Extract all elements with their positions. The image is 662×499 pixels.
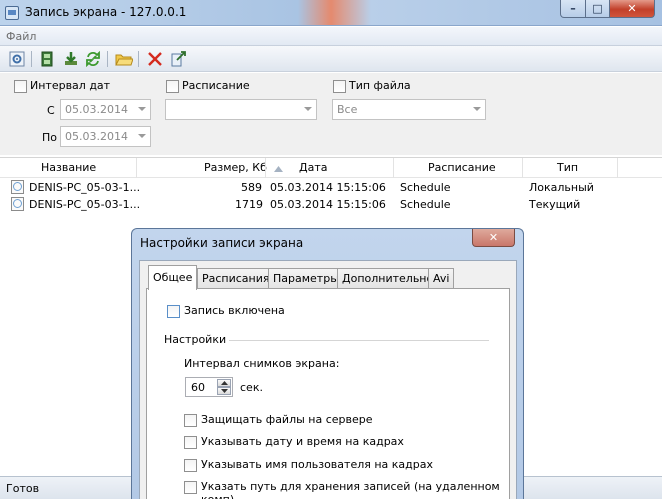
toolbar-separator	[107, 51, 108, 67]
column-header-type[interactable]: Тип	[557, 161, 578, 174]
protect-files-checkbox[interactable]	[184, 414, 197, 427]
column-header-size[interactable]: Размер, Кб	[204, 161, 267, 174]
chevron-down-icon	[304, 107, 312, 111]
row-size: 1719	[235, 198, 263, 211]
maximize-button[interactable]: □	[585, 0, 610, 18]
file-type-checkbox[interactable]	[333, 80, 346, 93]
storage-path-label: Указать путь для хранения записей (на уд…	[201, 480, 500, 499]
window-title: Запись экрана - 127.0.0.1	[25, 5, 187, 19]
title-bar[interactable]: Запись экрана - 127.0.0.1 – □ ✕	[0, 0, 662, 26]
from-date-picker[interactable]: 05.03.2014	[60, 99, 151, 120]
refresh-icon[interactable]	[84, 50, 102, 68]
list-header: Название Размер, Кб Дата Расписание Тип	[0, 157, 662, 178]
table-row[interactable]: DENIS-PC_05-03-1... 1719 05.03.2014 15:1…	[0, 196, 662, 213]
dialog-title: Настройки записи экрана	[140, 236, 304, 250]
file-icon	[11, 180, 24, 194]
column-separator[interactable]	[136, 158, 137, 178]
export-icon[interactable]	[170, 50, 188, 68]
row-type: Локальный	[529, 181, 594, 194]
file-type-label: Тип файла	[349, 79, 411, 92]
menu-bar: Файл	[0, 27, 662, 46]
row-schedule: Schedule	[400, 181, 451, 194]
tab-avi[interactable]: Avi	[428, 268, 455, 289]
file-type-select-value: Все	[337, 103, 358, 116]
row-name: DENIS-PC_05-03-1...	[29, 198, 141, 211]
from-label: С	[47, 104, 55, 117]
row-name: DENIS-PC_05-03-1...	[29, 181, 141, 194]
stepper-down-icon[interactable]	[217, 387, 231, 395]
folder-icon[interactable]	[115, 50, 133, 68]
sort-ascending-icon	[274, 162, 283, 175]
tab-general[interactable]: Общее	[148, 265, 198, 290]
protect-files-label: Защищать файлы на сервере	[201, 413, 373, 426]
recording-enabled-checkbox[interactable]	[167, 305, 180, 318]
toolbar-separator	[138, 51, 139, 67]
row-size: 589	[241, 181, 262, 194]
storage-path-checkbox[interactable]	[184, 481, 197, 494]
row-schedule: Schedule	[400, 198, 451, 211]
close-button[interactable]: ✕	[609, 0, 655, 18]
tab-advanced[interactable]: Дополнительно	[337, 268, 439, 289]
chevron-down-icon	[473, 107, 481, 111]
schedule-checkbox[interactable]	[166, 80, 179, 93]
minimize-button[interactable]: –	[560, 0, 586, 18]
table-row[interactable]: DENIS-PC_05-03-1... 589 05.03.2014 15:15…	[0, 179, 662, 196]
column-header-schedule[interactable]: Расписание	[428, 161, 496, 174]
date-interval-checkbox[interactable]	[14, 80, 27, 93]
tab-schedules[interactable]: Расписания	[197, 268, 275, 289]
stepper-up-icon[interactable]	[217, 379, 231, 387]
interval-unit: сек.	[240, 381, 263, 394]
chevron-down-icon	[138, 107, 146, 111]
toolbar	[0, 46, 662, 72]
row-date: 05.03.2014 15:15:06	[270, 198, 386, 211]
to-label: По	[42, 131, 58, 144]
film-icon[interactable]	[38, 50, 56, 68]
row-type: Текущий	[529, 198, 581, 211]
column-separator[interactable]	[393, 158, 394, 178]
show-datetime-label: Указывать дату и время на кадрах	[201, 435, 404, 448]
file-type-select[interactable]: Все	[332, 99, 486, 120]
toolbar-separator	[31, 51, 32, 67]
show-username-label: Указывать имя пользователя на кадрах	[201, 458, 434, 471]
column-header-name[interactable]: Название	[41, 161, 96, 174]
column-separator[interactable]	[265, 158, 266, 178]
tab-parameters[interactable]: Параметры	[268, 268, 344, 289]
menu-file[interactable]: Файл	[6, 30, 36, 43]
download-icon[interactable]	[62, 50, 80, 68]
column-header-date[interactable]: Дата	[299, 161, 327, 174]
schedule-select[interactable]	[165, 99, 317, 120]
file-icon	[11, 197, 24, 211]
dialog-close-button[interactable]: ✕	[472, 229, 515, 247]
column-separator[interactable]	[617, 158, 618, 178]
settings-dialog: Настройки записи экрана ✕ Общее Расписан…	[131, 228, 524, 499]
schedule-label: Расписание	[182, 79, 250, 92]
settings-group-label: Настройки	[164, 333, 227, 346]
main-window: Запись экрана - 127.0.0.1 – □ ✕ Файл Инт…	[0, 0, 662, 499]
column-separator[interactable]	[522, 158, 523, 178]
from-date-value: 05.03.2014	[65, 103, 128, 116]
settings-icon[interactable]	[8, 50, 26, 68]
general-tab-panel: Запись включена Настройки Интервал снимк…	[146, 288, 510, 499]
to-date-picker[interactable]: 05.03.2014	[60, 126, 151, 147]
show-username-checkbox[interactable]	[184, 459, 197, 472]
date-interval-label: Интервал дат	[30, 79, 111, 92]
app-icon	[5, 6, 19, 20]
filter-panel: Интервал дат Расписание Тип файла С 05.0…	[0, 73, 662, 155]
row-date: 05.03.2014 15:15:06	[270, 181, 386, 194]
show-datetime-checkbox[interactable]	[184, 436, 197, 449]
to-date-value: 05.03.2014	[65, 130, 128, 143]
interval-stepper[interactable]: 60	[185, 377, 233, 397]
interval-label: Интервал снимков экрана:	[184, 357, 340, 370]
recording-enabled-label: Запись включена	[184, 304, 285, 317]
status-text: Готов	[6, 482, 40, 495]
chevron-down-icon	[138, 134, 146, 138]
dialog-body: Общее Расписания Параметры Дополнительно…	[139, 260, 517, 499]
delete-icon[interactable]	[146, 50, 164, 68]
group-divider	[229, 340, 489, 341]
interval-value: 60	[191, 381, 205, 394]
